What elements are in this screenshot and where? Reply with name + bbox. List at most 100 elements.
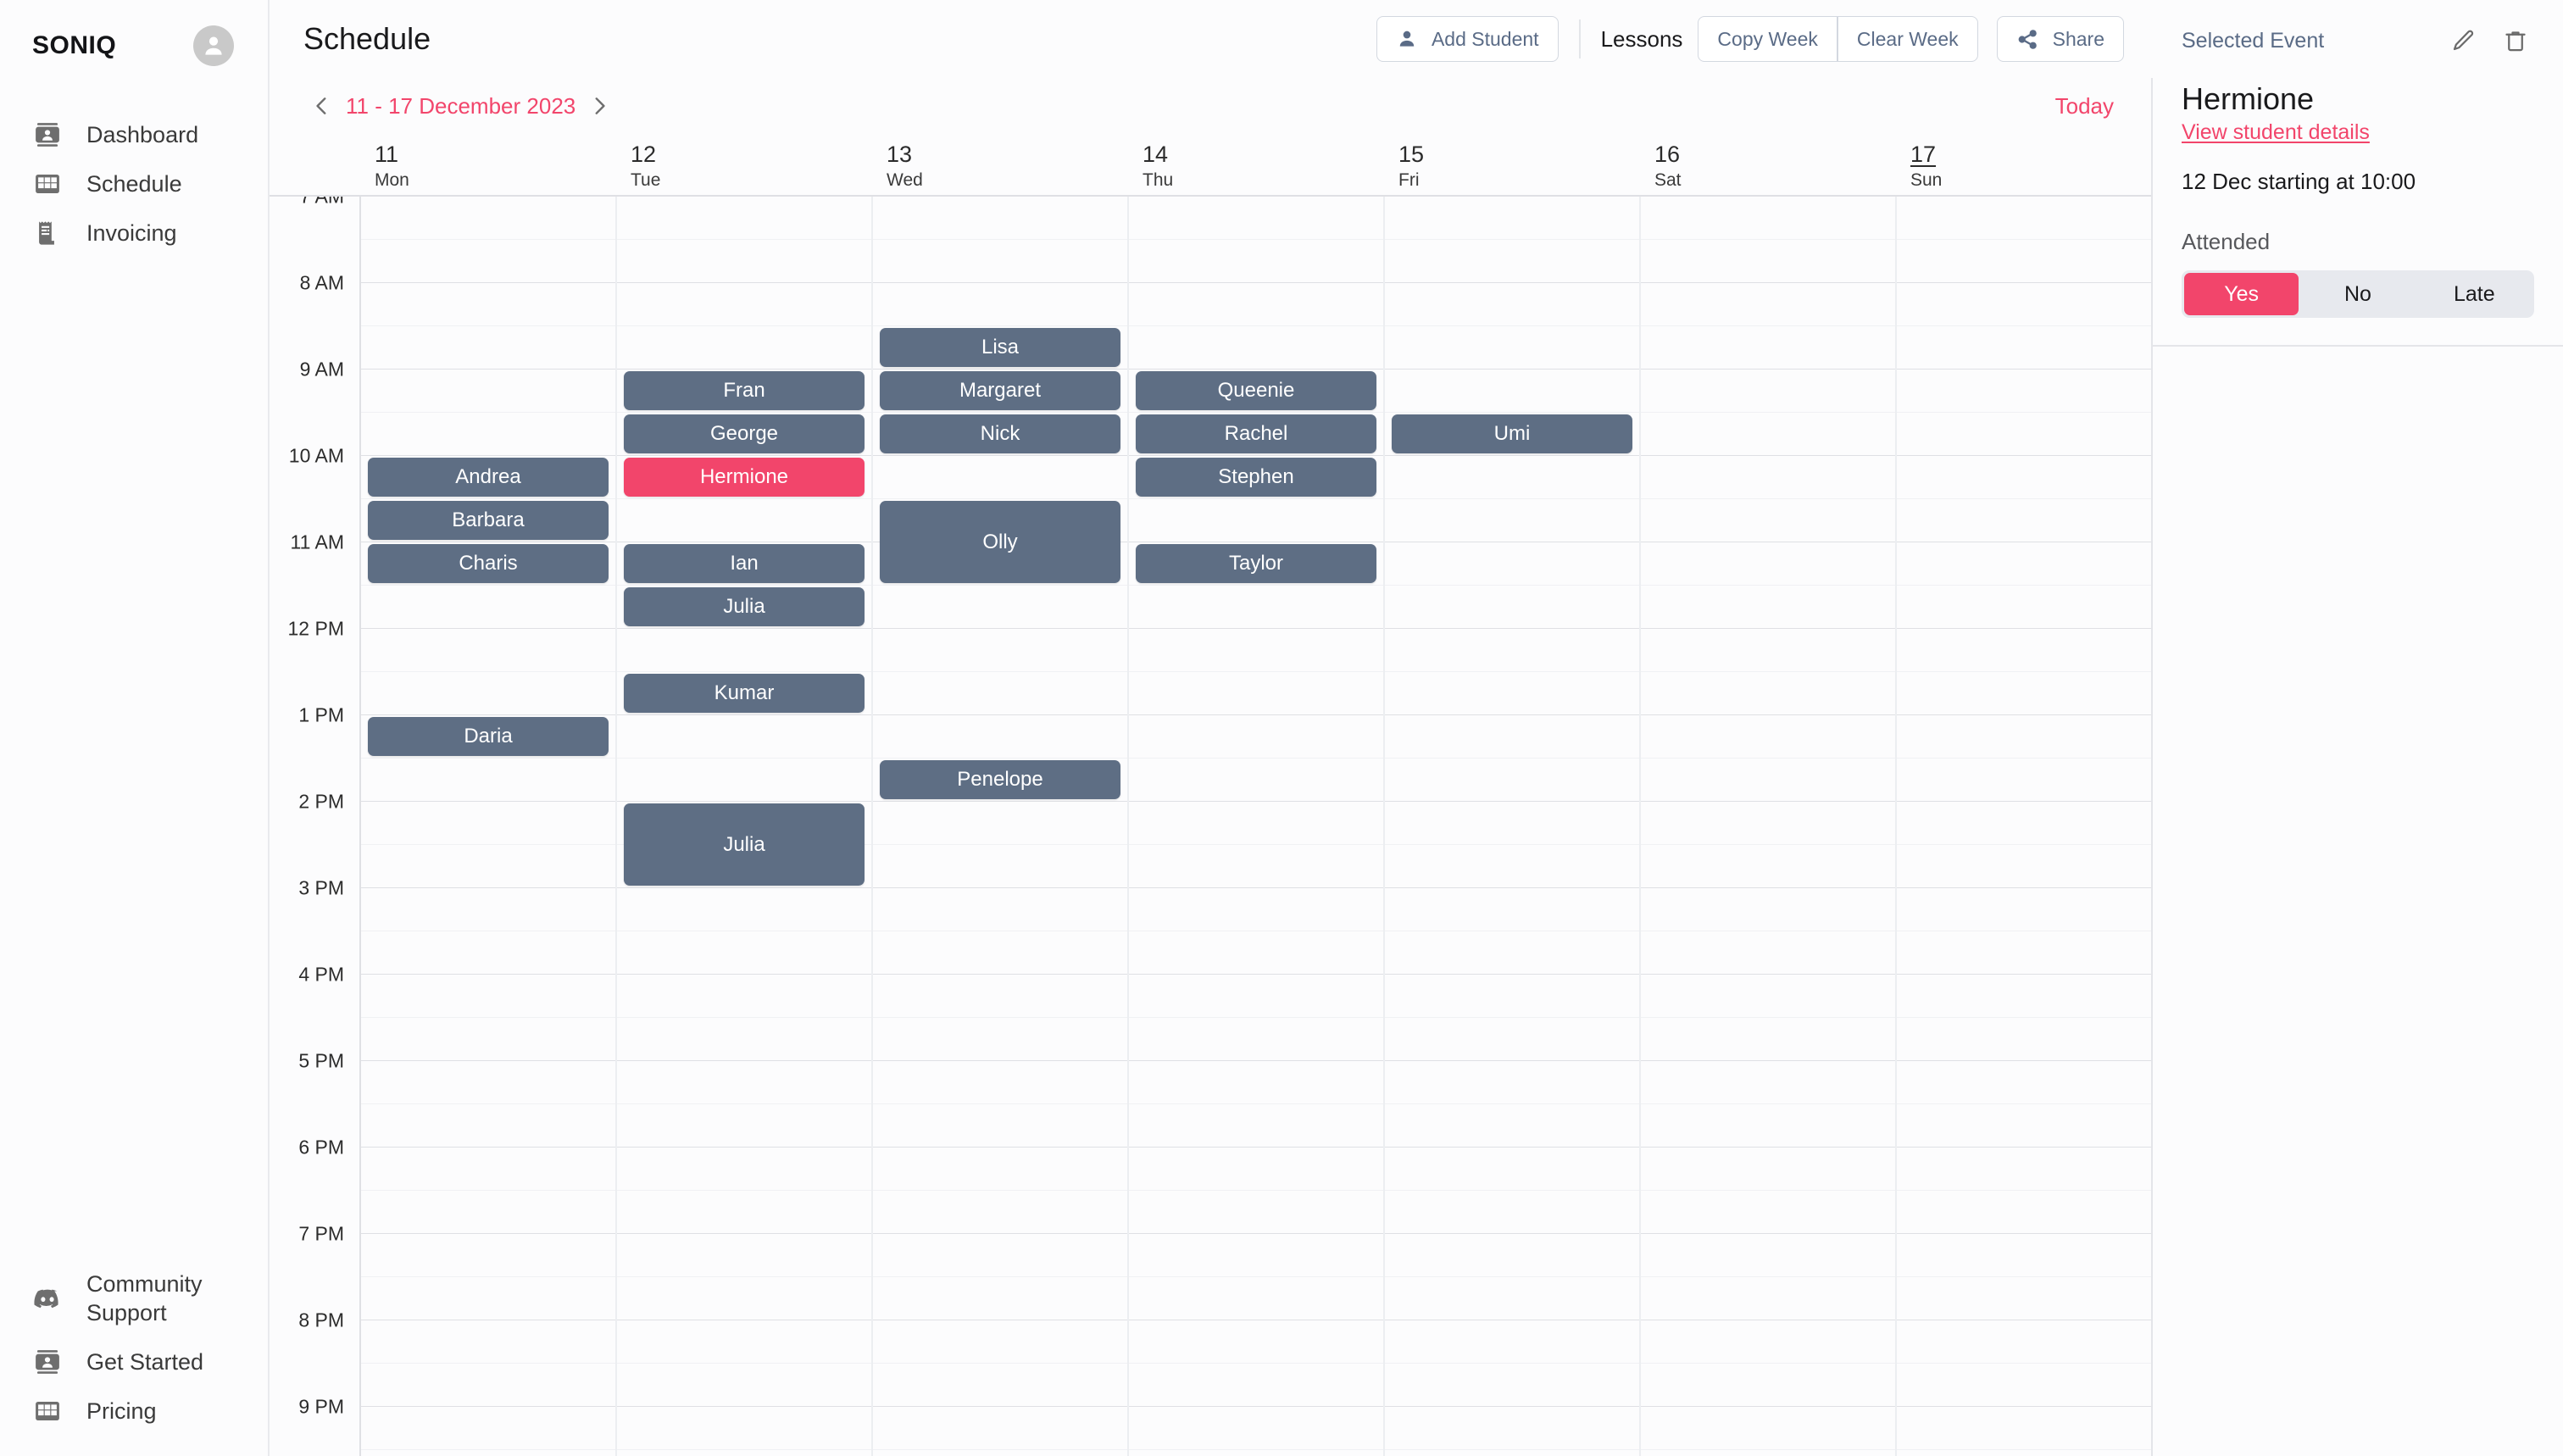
time-slot[interactable] — [1897, 1061, 2151, 1104]
time-slot[interactable] — [1641, 283, 1895, 326]
time-slot[interactable] — [873, 240, 1127, 283]
time-slot[interactable] — [1897, 715, 2151, 759]
time-slot[interactable] — [1641, 1277, 1895, 1320]
time-slot[interactable] — [1385, 499, 1639, 542]
time-slot[interactable] — [1129, 283, 1383, 326]
view-student-details-link[interactable]: View student details — [2182, 120, 2370, 145]
delete-event-button[interactable] — [2497, 22, 2534, 59]
time-slot[interactable] — [873, 1148, 1127, 1191]
time-slot[interactable] — [1129, 1364, 1383, 1407]
calendar-event[interactable]: Nick — [880, 414, 1120, 453]
time-slot[interactable] — [617, 240, 871, 283]
time-slot[interactable] — [873, 845, 1127, 888]
time-slot[interactable] — [1897, 629, 2151, 672]
time-slot[interactable] — [617, 629, 871, 672]
time-slot[interactable] — [1641, 499, 1895, 542]
time-slot[interactable] — [361, 1450, 615, 1456]
time-slot[interactable] — [873, 1277, 1127, 1320]
time-slot[interactable] — [873, 715, 1127, 759]
time-slot[interactable] — [1897, 888, 2151, 931]
day-header-tue[interactable]: 12 Tue — [615, 134, 871, 195]
time-slot[interactable] — [1897, 759, 2151, 802]
time-slot[interactable] — [1129, 1061, 1383, 1104]
time-slot[interactable] — [1385, 370, 1639, 413]
time-slot[interactable] — [617, 888, 871, 931]
time-slot[interactable] — [1385, 1061, 1639, 1104]
time-slot[interactable] — [1129, 1104, 1383, 1148]
time-slot[interactable] — [873, 1018, 1127, 1061]
day-column-sun[interactable] — [1897, 197, 2151, 1456]
time-slot[interactable] — [1129, 1018, 1383, 1061]
calendar-event[interactable]: Lisa — [880, 328, 1120, 367]
time-slot[interactable] — [617, 1104, 871, 1148]
calendar-event[interactable]: Ian — [624, 544, 865, 583]
time-slot[interactable] — [1129, 1277, 1383, 1320]
day-header-mon[interactable]: 11 Mon — [359, 134, 615, 195]
calendar-event[interactable]: Julia — [624, 803, 865, 886]
attended-option-late[interactable]: Late — [2417, 273, 2532, 315]
time-slot[interactable] — [1641, 1407, 1895, 1450]
add-student-button[interactable]: Add Student — [1376, 16, 1559, 62]
time-slot[interactable] — [1641, 1450, 1895, 1456]
date-range-label[interactable]: 11 - 17 December 2023 — [346, 93, 575, 119]
time-slot[interactable] — [361, 1234, 615, 1277]
time-slot[interactable] — [1385, 845, 1639, 888]
time-slot[interactable] — [361, 413, 615, 456]
day-header-sun[interactable]: 17 Sun — [1895, 134, 2151, 195]
calendar-event[interactable]: Barbara — [368, 501, 609, 540]
time-slot[interactable] — [617, 931, 871, 975]
time-slot[interactable] — [873, 1364, 1127, 1407]
time-slot[interactable] — [361, 759, 615, 802]
time-slot[interactable] — [361, 802, 615, 845]
time-slot[interactable] — [361, 672, 615, 715]
time-slot[interactable] — [361, 326, 615, 370]
time-slot[interactable] — [1897, 1320, 2151, 1364]
day-column-fri[interactable]: Umi — [1385, 197, 1641, 1456]
time-slot[interactable] — [617, 1234, 871, 1277]
time-slot[interactable] — [617, 975, 871, 1018]
time-slot[interactable] — [1385, 1191, 1639, 1234]
time-slot[interactable] — [1129, 1191, 1383, 1234]
calendar-event[interactable]: Hermione — [624, 458, 865, 497]
time-slot[interactable] — [617, 1061, 871, 1104]
time-slot[interactable] — [1129, 240, 1383, 283]
sidebar-item-pricing[interactable]: Pricing — [0, 1387, 268, 1436]
attended-option-yes[interactable]: Yes — [2184, 273, 2299, 316]
time-slot[interactable] — [1129, 499, 1383, 542]
attended-option-no[interactable]: No — [2300, 273, 2415, 315]
time-slot[interactable] — [873, 1450, 1127, 1456]
time-slot[interactable] — [1385, 629, 1639, 672]
time-slot[interactable] — [1897, 1234, 2151, 1277]
time-slot[interactable] — [617, 1277, 871, 1320]
sidebar-item-community-support[interactable]: Community Support — [0, 1260, 268, 1337]
time-slot[interactable] — [361, 1104, 615, 1148]
time-slot[interactable] — [617, 197, 871, 240]
calendar-event[interactable]: Umi — [1392, 414, 1632, 453]
day-column-sat[interactable] — [1641, 197, 1897, 1456]
time-slot[interactable] — [1897, 1407, 2151, 1450]
day-column-thu[interactable]: Queenie Rachel Stephen Taylor — [1129, 197, 1385, 1456]
calendar-event[interactable]: Queenie — [1136, 371, 1376, 410]
time-slot[interactable] — [1897, 542, 2151, 586]
time-slot[interactable] — [873, 586, 1127, 629]
calendar-event[interactable]: Margaret — [880, 371, 1120, 410]
time-slot[interactable] — [361, 629, 615, 672]
time-slot[interactable] — [1129, 1450, 1383, 1456]
time-slot[interactable] — [361, 1018, 615, 1061]
time-slot[interactable] — [361, 1277, 615, 1320]
time-slot[interactable] — [1641, 370, 1895, 413]
time-slot[interactable] — [1129, 931, 1383, 975]
time-slot[interactable] — [1897, 845, 2151, 888]
time-slot[interactable] — [1385, 975, 1639, 1018]
time-slot[interactable] — [873, 888, 1127, 931]
time-slot[interactable] — [873, 931, 1127, 975]
time-slot[interactable] — [617, 759, 871, 802]
time-slot[interactable] — [1129, 672, 1383, 715]
time-slot[interactable] — [1385, 326, 1639, 370]
day-column-mon[interactable]: Andrea Barbara Charis Daria — [361, 197, 617, 1456]
time-slot[interactable] — [617, 1407, 871, 1450]
time-slot[interactable] — [617, 1320, 871, 1364]
time-slot[interactable] — [1385, 240, 1639, 283]
time-slot[interactable] — [1897, 1450, 2151, 1456]
time-slot[interactable] — [1641, 1364, 1895, 1407]
